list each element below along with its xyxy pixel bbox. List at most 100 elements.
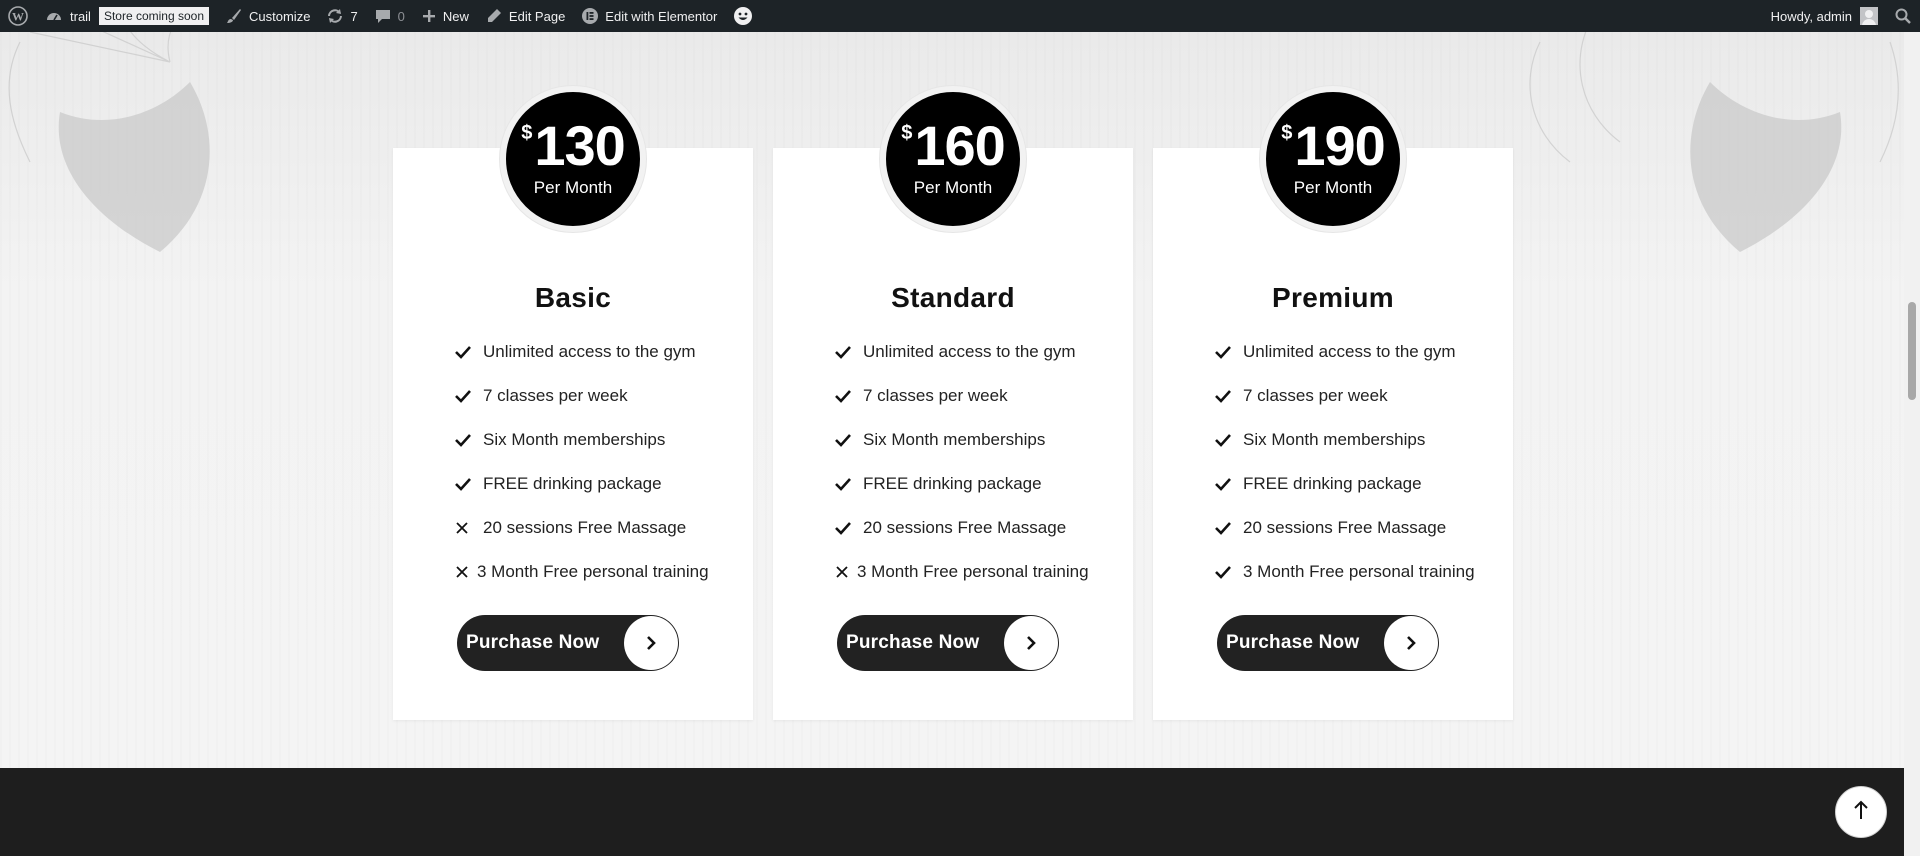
pricing-card-premium: $ 190 Per Month Premium Unlimited access… <box>1153 86 1513 720</box>
smiley-icon <box>733 6 753 26</box>
pricing-section: $ 130 Per Month Basic Unlimited access t… <box>0 32 1904 768</box>
pricing-card-standard: $ 160 Per Month Standard Unlimited acces… <box>773 86 1133 720</box>
avatar <box>1860 7 1878 25</box>
feature-text: Unlimited access to the gym <box>1243 342 1456 361</box>
plan-name: Standard <box>891 282 1015 313</box>
search-icon <box>1894 7 1912 25</box>
feature-item: Six Month memberships <box>1215 418 1493 462</box>
feature-item: Unlimited access to the gym <box>835 330 1113 374</box>
back-to-top-button[interactable] <box>1835 786 1887 838</box>
updates-icon <box>326 7 344 25</box>
svg-text:W: W <box>12 10 24 24</box>
cross-icon <box>835 565 857 579</box>
comments-link[interactable]: 0 <box>366 0 413 32</box>
elementor-icon <box>581 7 599 25</box>
purchase-now-button[interactable]: Purchase Now <box>1217 615 1439 671</box>
feature-text: FREE drinking package <box>483 474 662 493</box>
brush-icon <box>225 7 243 25</box>
chevron-right-icon <box>1384 616 1438 670</box>
feature-item: FREE drinking package <box>835 462 1113 506</box>
updates-count: 7 <box>350 8 358 24</box>
feature-item: 7 classes per week <box>835 374 1113 418</box>
edit-elementor-label: Edit with Elementor <box>605 8 718 24</box>
feature-item: FREE drinking package <box>1215 462 1493 506</box>
site-footer <box>0 768 1904 856</box>
feature-text: Unlimited access to the gym <box>483 342 696 361</box>
edit-page-label: Edit Page <box>508 8 566 24</box>
plan-name: Premium <box>1272 282 1394 313</box>
price-period: Per Month <box>533 178 613 197</box>
feature-text: FREE drinking package <box>863 474 1042 493</box>
check-icon <box>835 389 863 403</box>
scrollbar-thumb[interactable] <box>1908 302 1916 400</box>
comment-icon <box>374 7 392 25</box>
price-period: Per Month <box>1293 178 1373 197</box>
feature-item: 3 Month Free personal training <box>455 550 733 594</box>
check-icon <box>455 389 483 403</box>
feature-text: 7 classes per week <box>863 386 1008 405</box>
feature-item: Unlimited access to the gym <box>455 330 733 374</box>
feature-text: 7 classes per week <box>1243 386 1388 405</box>
search-button[interactable] <box>1886 0 1920 32</box>
smiley-menu-button[interactable] <box>725 0 761 32</box>
arrow-up-icon <box>1852 799 1870 826</box>
feature-item: 3 Month Free personal training <box>1215 550 1493 594</box>
my-account-menu[interactable]: Howdy, admin <box>1763 0 1886 32</box>
plus-icon <box>421 8 437 24</box>
pricing-card-basic: $ 130 Per Month Basic Unlimited access t… <box>393 86 753 720</box>
site-name-label: trail <box>70 8 91 24</box>
purchase-label: Purchase Now <box>846 632 980 653</box>
feature-text: Six Month memberships <box>863 430 1046 449</box>
purchase-now-button[interactable]: Purchase Now <box>457 615 679 671</box>
price-amount: 190 <box>1294 114 1385 177</box>
price-period: Per Month <box>913 178 993 197</box>
wordpress-logo-button[interactable]: W <box>0 0 36 32</box>
edit-with-elementor-link[interactable]: Edit with Elementor <box>573 0 725 32</box>
purchase-now-button[interactable]: Purchase Now <box>837 615 1059 671</box>
price-amount: 160 <box>914 114 1005 177</box>
check-icon <box>1215 521 1243 535</box>
check-icon <box>1215 433 1243 447</box>
currency-symbol: $ <box>521 122 533 144</box>
cross-icon <box>455 521 483 535</box>
feature-text: 3 Month Free personal training <box>477 562 709 581</box>
feature-text: 20 sessions Free Massage <box>483 518 687 537</box>
feature-item: 20 sessions Free Massage <box>455 506 733 550</box>
purchase-label: Purchase Now <box>1226 632 1360 653</box>
comments-count: 0 <box>397 8 405 24</box>
currency-symbol: $ <box>901 122 913 144</box>
page-scrollbar[interactable] <box>1904 32 1920 856</box>
plan-name: Basic <box>534 282 612 313</box>
feature-item: 20 sessions Free Massage <box>1215 506 1493 550</box>
pencil-icon <box>485 7 503 25</box>
feature-item: Six Month memberships <box>455 418 733 462</box>
feature-text: 3 Month Free personal training <box>1243 562 1475 581</box>
feature-text: 3 Month Free personal training <box>857 562 1089 581</box>
feature-text: 20 sessions Free Massage <box>1243 518 1447 537</box>
store-status-badge[interactable]: Store coming soon <box>98 7 210 25</box>
dashboard-icon <box>44 6 64 26</box>
greeting-label: Howdy, admin <box>1770 8 1852 24</box>
site-name-menu[interactable]: trail Store coming soon <box>36 0 217 32</box>
feature-text: Unlimited access to the gym <box>863 342 1076 361</box>
chevron-right-icon <box>624 616 678 670</box>
purchase-label: Purchase Now <box>466 632 600 653</box>
new-label: New <box>442 8 469 24</box>
feature-item: FREE drinking package <box>455 462 733 506</box>
price-amount: 130 <box>534 114 625 177</box>
feature-item: 7 classes per week <box>1215 374 1493 418</box>
check-icon <box>1215 389 1243 403</box>
feature-text: 7 classes per week <box>483 386 628 405</box>
feature-text: Six Month memberships <box>483 430 666 449</box>
check-icon <box>1215 477 1243 491</box>
edit-page-link[interactable]: Edit Page <box>477 0 573 32</box>
currency-symbol: $ <box>1281 122 1293 144</box>
feature-item: 7 classes per week <box>455 374 733 418</box>
ginkgo-leaf-decoration-left <box>8 32 210 252</box>
check-icon <box>835 433 863 447</box>
updates-link[interactable]: 7 <box>318 0 365 32</box>
check-icon <box>835 345 863 359</box>
customize-link[interactable]: Customize <box>217 0 318 32</box>
check-icon <box>1215 345 1243 359</box>
new-content-menu[interactable]: New <box>413 0 477 32</box>
